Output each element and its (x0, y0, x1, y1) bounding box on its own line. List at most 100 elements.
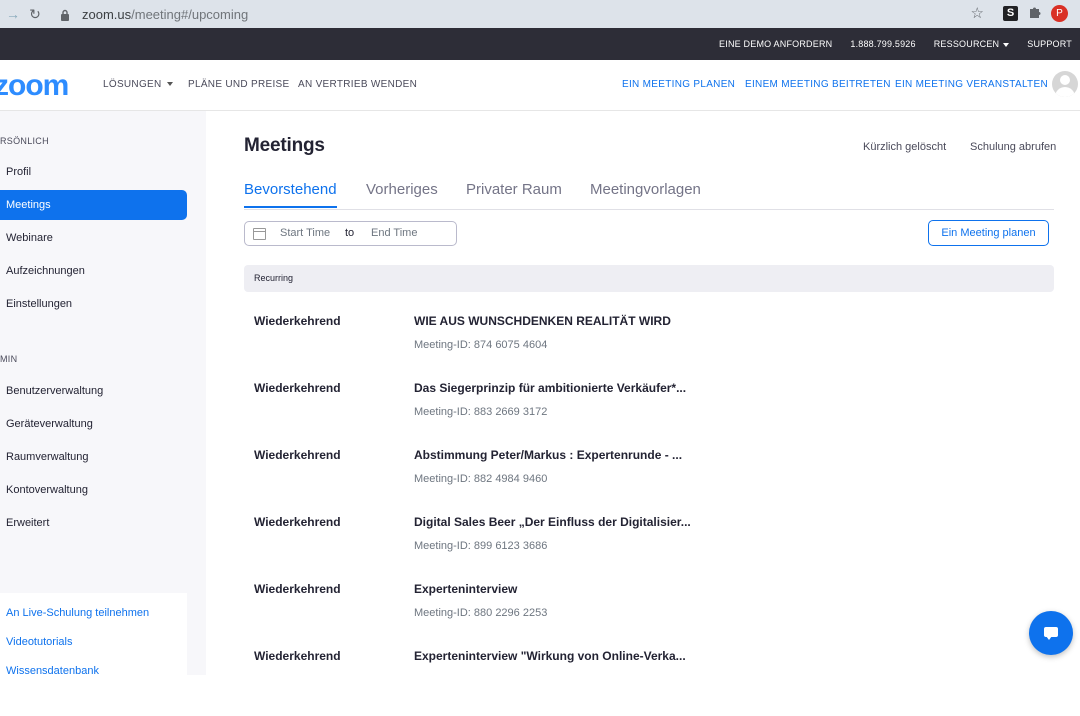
sidebar-item-account-management[interactable]: Kontoverwaltung (0, 475, 187, 505)
meeting-type: Wiederkehrend (254, 448, 341, 462)
date-range-picker[interactable]: Start Time to End Time (244, 221, 457, 246)
schedule-meeting-button[interactable]: Ein Meeting planen (928, 220, 1049, 246)
list-item[interactable]: Wiederkehrend Experteninterview "Wirkung… (244, 649, 1054, 716)
chat-support-button[interactable] (1029, 611, 1073, 655)
utility-bar: EINE DEMO ANFORDERN 1.888.799.5926 RESSO… (0, 28, 1080, 60)
phone-number-link[interactable]: 1.888.799.5926 (850, 39, 915, 49)
list-item[interactable]: Wiederkehrend Experteninterview Meeting-… (244, 582, 1054, 649)
extensions-puzzle-icon[interactable] (1028, 5, 1042, 22)
resources-menu[interactable]: RESSOURCEN (934, 39, 1010, 49)
sidebar-item-label: Kontoverwaltung (6, 484, 88, 496)
meeting-type: Wiederkehrend (254, 515, 341, 529)
sidebar-item-meetings[interactable]: Meetings (0, 190, 187, 220)
meeting-type: Wiederkehrend (254, 582, 341, 596)
sidebar-item-room-management[interactable]: Raumverwaltung (0, 442, 187, 472)
sidebar-section-admin: MIN (0, 354, 18, 364)
knowledge-base-link[interactable]: Wissensdatenbank (6, 665, 99, 677)
nav-host-meeting[interactable]: EIN MEETING VERANSTALTEN (895, 79, 1059, 90)
back-arrow-icon[interactable]: → (2, 6, 24, 22)
resources-label: RESSOURCEN (933, 39, 1000, 49)
recently-deleted-link[interactable]: Kürzlich gelöscht (863, 141, 946, 153)
list-item[interactable]: Wiederkehrend Digital Sales Beer „Der Ei… (244, 515, 1054, 582)
meeting-topic-link[interactable]: Das Siegerprinzip für ambitionierte Verk… (414, 381, 686, 395)
sidebar-item-label: Benutzerverwaltung (6, 385, 104, 397)
bookmark-star-icon[interactable]: ☆ (971, 4, 984, 22)
sidebar-item-advanced[interactable]: Erweitert (0, 508, 187, 538)
zoom-logo[interactable]: zoom (0, 69, 69, 103)
sidebar: RSÖNLICH Profil Meetings Webinare Aufzei… (0, 111, 206, 683)
sidebar-item-label: Einstellungen (6, 298, 73, 310)
nav-host-meeting-label: EIN MEETING VERANSTALTEN (895, 79, 1048, 90)
tab-upcoming[interactable]: Bevorstehend (244, 181, 337, 208)
meeting-type: Wiederkehrend (254, 314, 341, 328)
request-demo-link[interactable]: EINE DEMO ANFORDERN (719, 39, 832, 49)
nav-schedule-meeting[interactable]: EIN MEETING PLANEN (622, 79, 735, 90)
main-content: Meetings Kürzlich gelöscht Schulung abru… (244, 111, 1080, 675)
main-navigation: zoom LÖSUNGEN PLÄNE UND PREISE AN VERTRI… (0, 60, 1080, 111)
video-tutorials-link[interactable]: Videotutorials (6, 636, 72, 648)
tab-previous[interactable]: Vorheriges (366, 181, 438, 198)
user-avatar[interactable] (1052, 71, 1078, 97)
meeting-topic-link[interactable]: WIE AUS WUNSCHDENKEN REALITÄT WIRD (414, 314, 671, 328)
browser-toolbar: → ↻ zoom.us/meeting#/upcoming ☆ S P (0, 0, 1080, 28)
meeting-type: Wiederkehrend (254, 381, 341, 395)
meeting-topic-link[interactable]: Digital Sales Beer „Der Einfluss der Dig… (414, 515, 691, 529)
sidebar-item-label: Meetings (6, 199, 51, 211)
sidebar-item-webinars[interactable]: Webinare (0, 223, 187, 253)
sidebar-item-settings[interactable]: Einstellungen (0, 289, 187, 319)
tab-personal-room[interactable]: Privater Raum (466, 181, 562, 198)
support-link[interactable]: SUPPORT (1027, 39, 1072, 49)
get-training-link[interactable]: Schulung abrufen (970, 141, 1056, 153)
sidebar-item-profile[interactable]: Profil (0, 157, 187, 187)
tab-meeting-templates[interactable]: Meetingvorlagen (590, 181, 701, 198)
meeting-topic-link[interactable]: Experteninterview "Wirkung von Online-Ve… (414, 649, 686, 663)
start-time-input[interactable]: Start Time (280, 227, 330, 239)
date-range-separator: to (345, 227, 355, 239)
chat-bubble-icon (1044, 627, 1058, 640)
meeting-topic-link[interactable]: Abstimmung Peter/Markus : Expertenrunde … (414, 448, 682, 462)
url-host: zoom.us (82, 6, 132, 22)
chevron-down-icon (1003, 42, 1010, 47)
list-item[interactable]: Wiederkehrend WIE AUS WUNSCHDENKEN REALI… (244, 314, 1054, 381)
sidebar-item-label: Raumverwaltung (6, 451, 89, 463)
sidebar-item-user-management[interactable]: Benutzerverwaltung (0, 376, 187, 406)
nav-solutions-label: LÖSUNGEN (103, 79, 162, 90)
meeting-id: Meeting-ID: 883 2669 3172 (414, 406, 548, 418)
meeting-id: Meeting-ID: 899 6123 3686 (414, 540, 548, 552)
nav-solutions[interactable]: LÖSUNGEN (103, 79, 173, 90)
sidebar-item-label: Profil (6, 166, 32, 178)
meeting-tabs: Bevorstehend Vorheriges Privater Raum Me… (244, 181, 1054, 210)
list-item[interactable]: Wiederkehrend Das Siegerprinzip für ambi… (244, 381, 1054, 448)
extension-s-icon[interactable]: S (1003, 6, 1018, 21)
page-title: Meetings (244, 135, 325, 156)
meeting-id: Meeting-ID: 882 4984 9460 (414, 473, 548, 485)
sidebar-item-label: Geräteverwaltung (6, 418, 93, 430)
end-time-input[interactable]: End Time (371, 227, 417, 239)
url-path: /meeting#/upcoming (131, 6, 249, 22)
group-header-recurring: Recurring (244, 265, 1054, 292)
meeting-type: Wiederkehrend (254, 649, 341, 663)
chevron-down-icon (166, 82, 173, 87)
profile-avatar-icon[interactable]: P (1051, 5, 1068, 22)
calendar-icon (253, 228, 266, 240)
sidebar-item-label: Erweitert (6, 517, 50, 529)
reload-icon[interactable]: ↻ (24, 6, 46, 23)
sidebar-item-label: Webinare (6, 232, 53, 244)
list-item[interactable]: Wiederkehrend Abstimmung Peter/Markus : … (244, 448, 1054, 515)
meeting-topic-link[interactable]: Experteninterview (414, 582, 517, 596)
meeting-id: Meeting-ID: 880 2296 2253 (414, 607, 548, 619)
sidebar-section-personal: RSÖNLICH (0, 136, 49, 146)
nav-plans-pricing[interactable]: PLÄNE UND PREISE (188, 79, 290, 90)
sidebar-item-recordings[interactable]: Aufzeichnungen (0, 256, 187, 286)
help-links-panel: An Live-Schulung teilnehmen Videotutoria… (0, 593, 187, 683)
live-training-link[interactable]: An Live-Schulung teilnehmen (6, 607, 149, 619)
sidebar-item-device-management[interactable]: Geräteverwaltung (0, 409, 187, 439)
nav-join-meeting[interactable]: EINEM MEETING BEITRETEN (745, 79, 891, 90)
url-text: zoom.us/meeting#/upcoming (82, 7, 248, 22)
group-label: Recurring (254, 273, 294, 283)
address-bar[interactable]: zoom.us/meeting#/upcoming (52, 2, 988, 26)
nav-contact-sales[interactable]: AN VERTRIEB WENDEN (298, 79, 417, 90)
meeting-id: Meeting-ID: 874 6075 4604 (414, 339, 548, 351)
sidebar-item-label: Aufzeichnungen (6, 265, 85, 277)
lock-icon (60, 8, 70, 21)
